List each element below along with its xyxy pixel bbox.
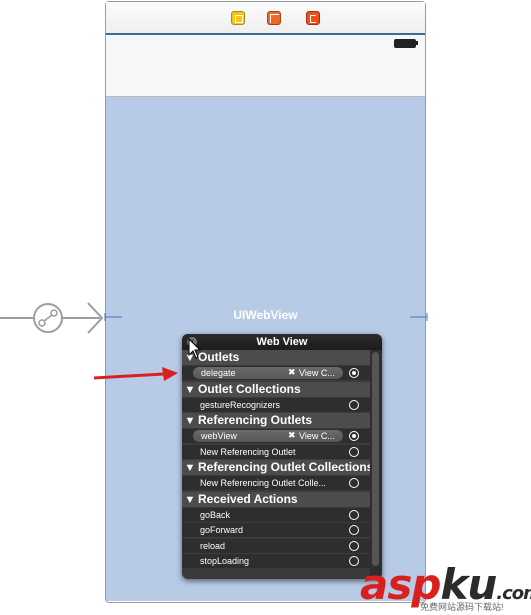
connected-circle-icon[interactable]: [349, 368, 359, 378]
connection-row[interactable]: stopLoading: [182, 554, 370, 569]
section-header[interactable]: ▼ Outlets: [182, 350, 370, 365]
popover-scrollbar[interactable]: [370, 350, 382, 579]
connection-row[interactable]: New Referencing Outlet: [182, 444, 370, 460]
connection-pill[interactable]: webView ✖ View C...: [193, 430, 343, 442]
scrollbar-thumb[interactable]: [372, 352, 379, 566]
section-header[interactable]: ▼ Referencing Outlets: [182, 413, 370, 428]
section-header-label: Referencing Outlets: [198, 413, 313, 427]
first-responder-icon[interactable]: [267, 11, 281, 25]
connection-row[interactable]: webView ✖ View C...: [182, 429, 370, 444]
popover-title: Web View: [182, 334, 382, 350]
popover-list: ▼ Outlets delegate ✖ View C... ▼ Outlet Collec…: [182, 350, 374, 579]
connection-target: View C...: [299, 368, 335, 378]
connection-circle-icon[interactable]: [349, 509, 359, 520]
disclosure-triangle-icon[interactable]: ▼: [182, 461, 198, 476]
view-controller-icon[interactable]: [231, 11, 245, 25]
watermark-subtitle: 免费网站源码下载站!: [420, 602, 504, 612]
remove-connection-icon[interactable]: ✖: [288, 430, 296, 441]
connection-row[interactable]: goBack: [182, 507, 370, 523]
left-edge-marker: [104, 313, 122, 321]
connection-label: goForward: [200, 525, 244, 535]
right-edge-marker: [410, 313, 428, 321]
connection-label: reload: [200, 540, 226, 551]
connection-row[interactable]: reload: [182, 538, 370, 554]
connection-pill[interactable]: delegate ✖ View C...: [193, 367, 343, 379]
section-header-label: Outlets: [198, 350, 240, 364]
section-header[interactable]: ▼ Referencing Outlet Collections: [182, 460, 374, 476]
mouse-cursor-icon: [188, 338, 202, 359]
connection-label: goBack: [200, 509, 231, 520]
status-bar-area: [106, 35, 425, 97]
outlet-name: delegate: [201, 368, 236, 378]
connection-circle-icon[interactable]: [349, 478, 359, 488]
connection-label: New Referencing Outlet: [200, 446, 296, 457]
connection-circle-icon[interactable]: [349, 399, 359, 410]
annotation-arrow: [93, 367, 178, 381]
connection-circle-icon[interactable]: [349, 525, 359, 535]
battery-icon: [394, 39, 416, 48]
connection-circle-icon[interactable]: [349, 556, 359, 566]
disclosure-triangle-icon[interactable]: ▼: [182, 383, 198, 398]
connection-label: gestureRecognizers: [200, 399, 281, 410]
remove-connection-icon[interactable]: ✖: [288, 367, 296, 378]
section-header[interactable]: ▼ Outlet Collections: [182, 381, 370, 398]
disclosure-triangle-icon[interactable]: ▼: [182, 414, 198, 429]
connection-row[interactable]: gestureRecognizers: [182, 397, 370, 413]
scene-dock: [106, 2, 425, 35]
connection-target: View C...: [299, 431, 335, 441]
section-header-label: Received Actions: [198, 491, 298, 506]
connected-circle-icon[interactable]: [349, 431, 359, 441]
section-header-label: Outlet Collections: [198, 381, 301, 396]
connection-label: stopLoading: [200, 556, 250, 566]
connection-label: New Referencing Outlet Colle...: [200, 478, 327, 488]
exit-icon[interactable]: [306, 11, 320, 25]
connections-popover: Web View x ▼Outletsdelegate✖View C...▼Ou…: [182, 334, 382, 579]
section-header[interactable]: ▼ Received Actions: [182, 491, 370, 508]
connection-row[interactable]: delegate ✖ View C...: [182, 366, 370, 381]
connection-circle-icon[interactable]: [349, 446, 359, 457]
connection-row[interactable]: New Referencing Outlet Colle...: [182, 476, 370, 491]
outlet-name: webView: [201, 431, 237, 441]
disclosure-triangle-icon[interactable]: ▼: [182, 493, 198, 508]
section-header-label: Referencing Outlet Collections: [198, 460, 374, 474]
web-view-placeholder-label: UIWebView: [233, 308, 298, 322]
connection-circle-icon[interactable]: [349, 540, 359, 551]
connection-row[interactable]: goForward: [182, 523, 370, 538]
